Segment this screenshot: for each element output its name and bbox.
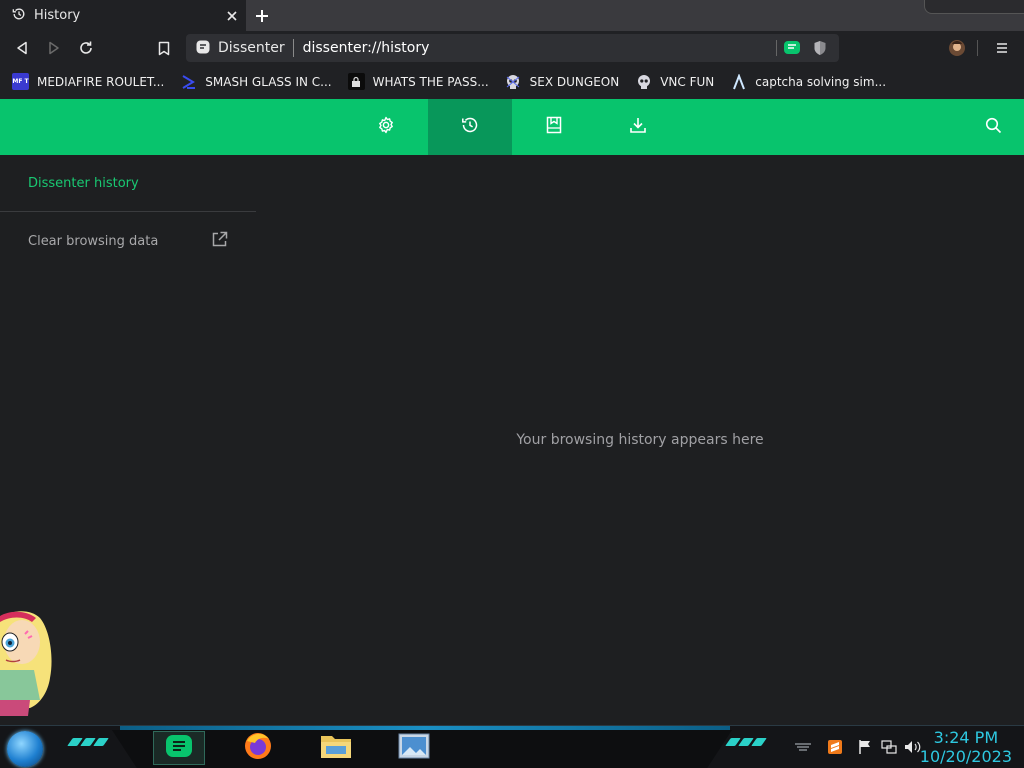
- site-name: Dissenter: [218, 40, 285, 56]
- taskbar-decoration-right: [725, 738, 767, 748]
- clear-browsing-data-label: Clear browsing data: [28, 233, 159, 249]
- tab-strip: History: [0, 0, 1024, 31]
- mediafire-icon: MF T: [12, 73, 29, 90]
- search-button[interactable]: [951, 99, 1024, 155]
- history-icon: [12, 6, 26, 25]
- new-tab-button[interactable]: [251, 5, 273, 27]
- bookmark-page-button[interactable]: [154, 38, 174, 58]
- search-icon: [985, 117, 1002, 138]
- taskbar-clock[interactable]: 3:24 PM 10/20/2023: [920, 728, 1012, 766]
- chevron-right-icon: [180, 73, 197, 90]
- bookmarks-bar: MF T MEDIAFIRE ROULET... SMASH GLASS IN …: [0, 64, 1024, 99]
- menu-icon[interactable]: [992, 38, 1012, 58]
- start-button[interactable]: [7, 731, 43, 767]
- taskbar-app-firefox[interactable]: [232, 731, 284, 765]
- bookmark-label: WHATS THE PASS...: [372, 74, 489, 89]
- bookmark-item[interactable]: VNC FUN: [635, 70, 714, 94]
- close-tab-icon[interactable]: [224, 8, 240, 24]
- toolbar-divider: [977, 40, 978, 56]
- bookmark-item[interactable]: MF T MEDIAFIRE ROULET...: [12, 70, 164, 94]
- bookmark-label: SEX DUNGEON: [529, 74, 620, 89]
- window-frame-decoration: [924, 0, 1024, 14]
- forward-button[interactable]: [44, 38, 64, 58]
- address-bar[interactable]: Dissenter dissenter://history: [186, 34, 839, 62]
- history-button[interactable]: [428, 99, 512, 155]
- bookmark-item[interactable]: WHATS THE PASS...: [347, 70, 489, 94]
- taskbar-glow: [120, 726, 730, 730]
- dissenter-comments-icon[interactable]: [783, 39, 801, 57]
- taskbar-decoration-left: [67, 738, 109, 748]
- lock-icon: [347, 73, 365, 90]
- external-link-icon: [211, 231, 228, 252]
- dissenter-icon: [196, 39, 210, 58]
- sidebar-title[interactable]: Dissenter history: [28, 176, 139, 191]
- skull-icon: [505, 73, 522, 90]
- reload-button[interactable]: [76, 38, 96, 58]
- bookmark-label: SMASH GLASS IN C...: [205, 74, 332, 89]
- taskbar-app-file-explorer[interactable]: [310, 731, 362, 765]
- firefox-icon: [243, 731, 273, 765]
- bookmark-label: MEDIAFIRE ROULET...: [37, 74, 165, 89]
- skull-icon: [635, 73, 652, 90]
- empty-history-message: Your browsing history appears here: [516, 432, 764, 448]
- action-center-flag-icon[interactable]: [856, 738, 874, 756]
- history-page-header: [0, 99, 1024, 155]
- url-text[interactable]: dissenter://history: [303, 40, 776, 56]
- network-icon[interactable]: [880, 738, 898, 756]
- file-explorer-icon: [320, 732, 352, 764]
- bookmark-item[interactable]: SMASH GLASS IN C...: [180, 70, 332, 94]
- settings-button[interactable]: [344, 99, 428, 155]
- browser-toolbar: Dissenter dissenter://history: [0, 31, 1024, 64]
- tab-title: History: [34, 8, 81, 23]
- downloads-icon: [629, 116, 647, 138]
- clock-time: 3:24 PM: [933, 728, 999, 747]
- lambda-icon: [730, 73, 747, 90]
- show-hidden-icons[interactable]: [794, 738, 812, 756]
- site-chip[interactable]: Dissenter: [186, 39, 294, 57]
- bookmarks-icon: [546, 116, 562, 138]
- bookmark-label: VNC FUN: [660, 74, 715, 89]
- sublime-icon[interactable]: [826, 738, 844, 756]
- omnibox-divider: [776, 40, 777, 56]
- screen: History Dissenter dissenter://history MF…: [0, 0, 1024, 768]
- clear-browsing-data-link[interactable]: Clear browsing data: [28, 231, 228, 251]
- bookmark-item[interactable]: SEX DUNGEON: [505, 70, 620, 94]
- downloads-button[interactable]: [596, 99, 680, 155]
- image-viewer-icon: [398, 733, 430, 763]
- profile-avatar[interactable]: [947, 38, 967, 58]
- clock-date: 10/20/2023: [919, 747, 1012, 766]
- desktop-character-sticker: [0, 598, 56, 724]
- bookmark-label: captcha solving sim...: [755, 74, 887, 89]
- history-icon: [461, 116, 479, 138]
- taskbar-app-image-viewer[interactable]: [388, 731, 440, 765]
- tab-history[interactable]: History: [0, 0, 246, 31]
- back-button[interactable]: [12, 38, 32, 58]
- taskbar-app-dissenter[interactable]: [153, 731, 205, 765]
- sidebar-divider: [0, 211, 256, 212]
- shield-icon[interactable]: [811, 39, 829, 57]
- bookmark-item[interactable]: captcha solving sim...: [730, 70, 886, 94]
- settings-icon: [377, 116, 395, 138]
- bookmarks-button[interactable]: [512, 99, 596, 155]
- dissenter-app-icon: [165, 734, 193, 762]
- taskbar: 3:24 PM 10/20/2023: [0, 725, 1024, 768]
